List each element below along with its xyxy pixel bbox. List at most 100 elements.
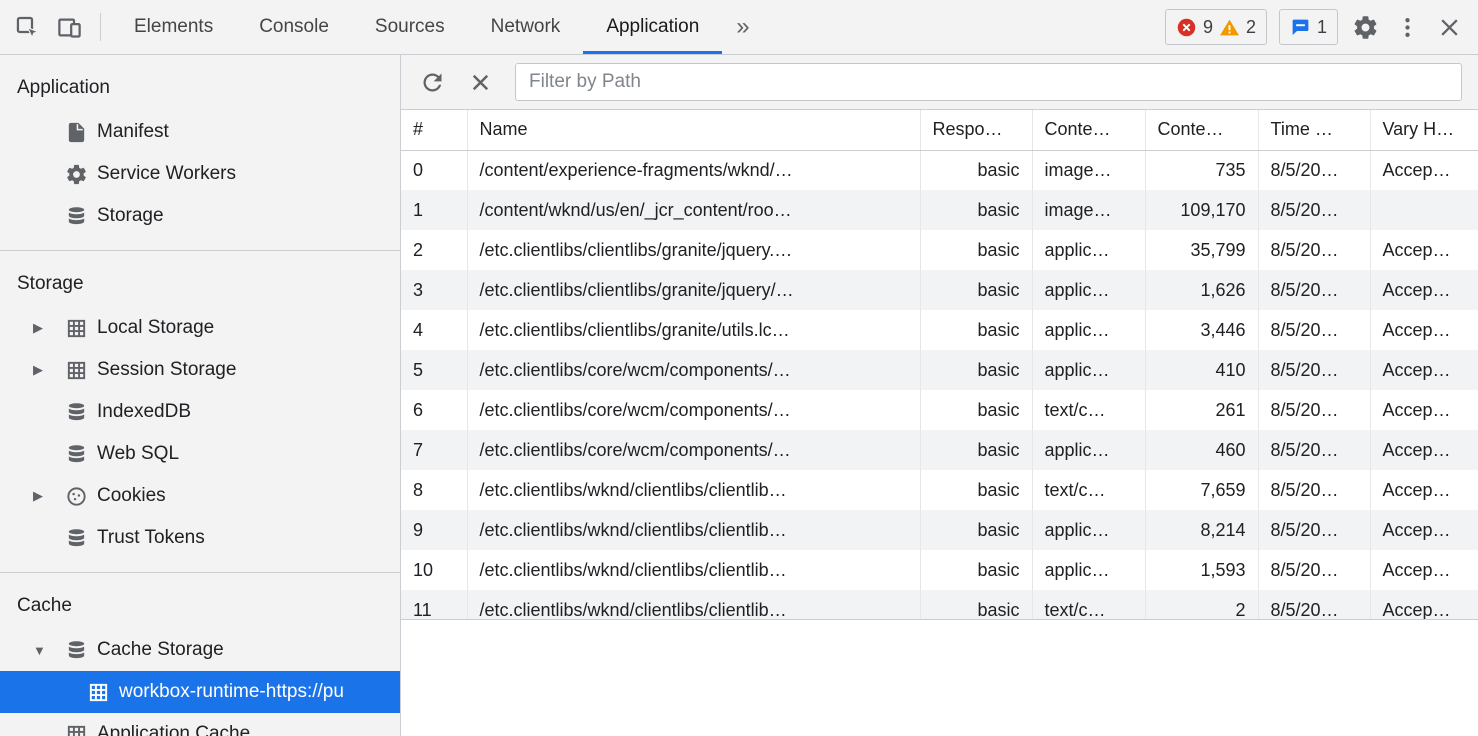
sidebar-item-web-sql[interactable]: Web SQL (0, 433, 400, 475)
cache-entry-cell: 3,446 (1145, 310, 1258, 350)
close-devtools-button[interactable] (1428, 5, 1470, 49)
cache-entry-row[interactable]: 10/etc.clientlibs/wknd/clientlibs/client… (401, 550, 1478, 590)
sidebar-item-workbox-runtime-https-pu[interactable]: workbox-runtime-https://pu (0, 671, 400, 713)
cache-entry-row[interactable]: 4/etc.clientlibs/clientlibs/granite/util… (401, 310, 1478, 350)
sidebar-item-service-workers[interactable]: Service Workers (0, 153, 400, 195)
cache-entry-cell: Accep… (1370, 350, 1478, 390)
cache-entry-row[interactable]: 0/content/experience-fragments/wknd/…bas… (401, 150, 1478, 190)
cache-entry-cell: 8 (401, 470, 467, 510)
cache-entry-row[interactable]: 1/content/wknd/us/en/_jcr_content/roo…ba… (401, 190, 1478, 230)
cache-entry-cell: applic… (1032, 310, 1145, 350)
chevron-right-icon[interactable]: ▶ (33, 320, 56, 336)
refresh-button[interactable] (411, 60, 453, 104)
tab-application[interactable]: Application (583, 0, 722, 54)
column-header-3-conte[interactable]: Conte… (1032, 110, 1145, 150)
cache-entry-cell: image… (1032, 190, 1145, 230)
tab-console[interactable]: Console (236, 0, 352, 54)
sidebar-item-cookies[interactable]: ▶ Cookies (0, 475, 400, 517)
table-body: 0/content/experience-fragments/wknd/…bas… (401, 150, 1478, 620)
tab-sources[interactable]: Sources (352, 0, 468, 54)
sidebar-item-storage[interactable]: Storage (0, 195, 400, 237)
cache-entry-row[interactable]: 6/etc.clientlibs/core/wcm/components/…ba… (401, 390, 1478, 430)
sidebar-item-label: Cookies (97, 485, 166, 507)
cache-entry-row[interactable]: 2/etc.clientlibs/clientlibs/granite/jque… (401, 230, 1478, 270)
cache-entry-cell: Accep… (1370, 150, 1478, 190)
cache-entry-cell: 7,659 (1145, 470, 1258, 510)
database-icon (65, 443, 88, 466)
cache-entry-row[interactable]: 8/etc.clientlibs/wknd/clientlibs/clientl… (401, 470, 1478, 510)
cache-entry-cell: /etc.clientlibs/wknd/clientlibs/clientli… (467, 470, 920, 510)
cache-entry-cell: Accep… (1370, 230, 1478, 270)
errors-warnings-badge[interactable]: 9 2 (1165, 9, 1267, 45)
cache-entry-cell: 8/5/20… (1258, 150, 1370, 190)
column-header-1-name[interactable]: Name (467, 110, 920, 150)
cache-entry-row[interactable]: 3/etc.clientlibs/clientlibs/granite/jque… (401, 270, 1478, 310)
column-header-4-conte[interactable]: Conte… (1145, 110, 1258, 150)
sidebar-item-label: Web SQL (97, 443, 179, 465)
cache-entry-cell: basic (920, 270, 1032, 310)
chevron-right-icon[interactable]: ▶ (33, 362, 56, 378)
more-tabs-button[interactable]: » (722, 0, 763, 54)
cache-entry-cell: /etc.clientlibs/core/wcm/components/… (467, 390, 920, 430)
cache-entry-cell: basic (920, 350, 1032, 390)
cache-entry-cell: basic (920, 190, 1032, 230)
chevron-right-icon[interactable]: ▶ (33, 488, 56, 504)
sidebar-item-cache-storage[interactable]: ▼ Cache Storage (0, 629, 400, 671)
sidebar-item-label: IndexedDB (97, 401, 191, 423)
cache-entries-grid: #NameRespo…Conte…Conte…Time …Vary H… 0/c… (401, 110, 1478, 620)
filter-by-path-input[interactable] (515, 63, 1462, 101)
sidebar-section-storage: Storage▶Local Storage▶Session StorageInd… (0, 251, 400, 573)
cache-entry-cell: Accep… (1370, 270, 1478, 310)
sidebar-item-label: Manifest (97, 121, 169, 143)
sidebar-item-application-cache[interactable]: Application Cache (0, 713, 400, 736)
cookie-icon (65, 485, 88, 508)
clear-cache-button[interactable] (459, 60, 501, 104)
settings-gear-button[interactable] (1344, 5, 1386, 49)
cache-entry-cell: 5 (401, 350, 467, 390)
tab-elements[interactable]: Elements (111, 0, 236, 54)
sidebar-item-manifest[interactable]: Manifest (0, 111, 400, 153)
sidebar-item-label: Cache Storage (97, 639, 224, 661)
sidebar-item-session-storage[interactable]: ▶Session Storage (0, 349, 400, 391)
table-icon (87, 681, 110, 704)
column-header-5-time[interactable]: Time … (1258, 110, 1370, 150)
clear-x-icon (467, 69, 494, 96)
kebab-menu-button[interactable] (1386, 5, 1428, 49)
cache-entry-cell: 0 (401, 150, 467, 190)
cache-entry-cell: 2 (401, 230, 467, 270)
cache-entry-cell: Accep… (1370, 310, 1478, 350)
inspect-element-button[interactable] (6, 5, 48, 49)
cache-entry-cell: 261 (1145, 390, 1258, 430)
cache-toolbar (401, 55, 1478, 110)
tab-network[interactable]: Network (468, 0, 584, 54)
cache-entry-cell: 109,170 (1145, 190, 1258, 230)
devtools-main-toolbar: ElementsConsoleSourcesNetworkApplication… (0, 0, 1478, 55)
messages-badge[interactable]: 1 (1279, 9, 1338, 45)
cache-entry-row[interactable]: 5/etc.clientlibs/core/wcm/components/…ba… (401, 350, 1478, 390)
cache-entry-cell: 8/5/20… (1258, 470, 1370, 510)
column-header-0-[interactable]: # (401, 110, 467, 150)
cache-entry-cell: 8,214 (1145, 510, 1258, 550)
cache-entry-cell: /etc.clientlibs/core/wcm/components/… (467, 430, 920, 470)
column-header-2-respo[interactable]: Respo… (920, 110, 1032, 150)
cache-entry-row[interactable]: 11/etc.clientlibs/wknd/clientlibs/client… (401, 590, 1478, 620)
document-icon (65, 121, 88, 144)
cache-entry-cell: 6 (401, 390, 467, 430)
column-header-6-vary-h[interactable]: Vary H… (1370, 110, 1478, 150)
section-title-application: Application (0, 55, 400, 111)
message-icon (1290, 17, 1311, 38)
cache-entry-cell: 8/5/20… (1258, 350, 1370, 390)
cache-entry-row[interactable]: 7/etc.clientlibs/core/wcm/components/…ba… (401, 430, 1478, 470)
cache-entry-cell: applic… (1032, 270, 1145, 310)
cache-entry-row[interactable]: 9/etc.clientlibs/wknd/clientlibs/clientl… (401, 510, 1478, 550)
chevron-down-icon[interactable]: ▼ (33, 643, 56, 658)
sidebar-item-indexeddb[interactable]: IndexedDB (0, 391, 400, 433)
device-toolbar-button[interactable] (48, 5, 90, 49)
sidebar-item-label: Service Workers (97, 163, 236, 185)
application-sidebar: Application Manifest Service Workers Storag… (0, 55, 401, 736)
sidebar-item-local-storage[interactable]: ▶Local Storage (0, 307, 400, 349)
cache-entry-cell: 410 (1145, 350, 1258, 390)
cache-entry-cell: 1 (401, 190, 467, 230)
cache-entry-cell: basic (920, 510, 1032, 550)
sidebar-item-trust-tokens[interactable]: Trust Tokens (0, 517, 400, 559)
